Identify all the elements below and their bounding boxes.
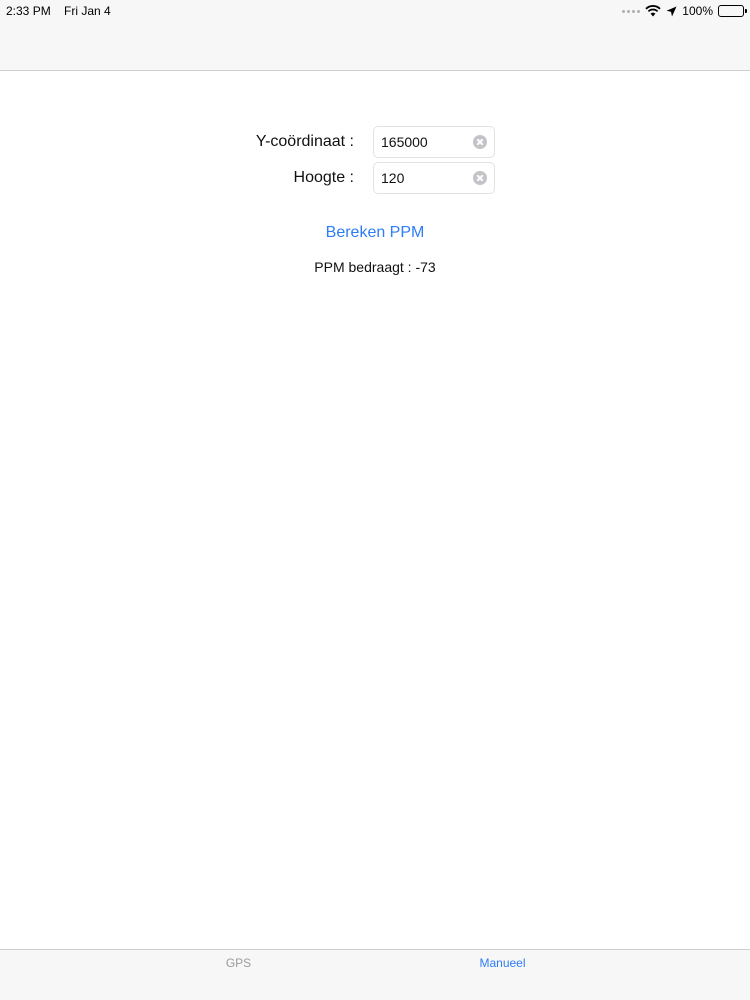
wifi-icon [645, 5, 661, 17]
status-right: 100% [622, 0, 747, 22]
height-label: Hoogte : [293, 169, 354, 186]
clear-icon[interactable] [473, 171, 487, 185]
y-coordinate-value: 165000 [381, 134, 428, 150]
y-coordinate-label: Y-coördinaat : [255, 133, 354, 150]
y-coordinate-input[interactable]: 165000 [373, 126, 495, 158]
tab-manueel[interactable]: Manueel [315, 950, 690, 976]
height-input[interactable]: 120 [373, 162, 495, 194]
clear-icon[interactable] [473, 135, 487, 149]
battery-percentage: 100% [682, 4, 713, 18]
ppm-result-label: PPM bedraagt : -73 [314, 259, 436, 275]
battery-icon [718, 5, 747, 17]
location-arrow-icon [666, 6, 677, 16]
navigation-bar [0, 22, 750, 71]
signal-dots-icon [622, 9, 641, 13]
y-coordinate-row: Y-coördinaat : 165000 [0, 126, 750, 158]
tab-bar: GPS Manueel [0, 949, 750, 1000]
status-bar: 2:33 PM Fri Jan 4 100% [0, 0, 750, 22]
status-left: 2:33 PM Fri Jan 4 [6, 0, 121, 22]
status-time: 2:33 PM [6, 4, 51, 18]
height-value: 120 [381, 170, 405, 186]
height-row: Hoogte : 120 [0, 162, 750, 194]
calculate-ppm-button[interactable]: Bereken PPM [0, 220, 750, 246]
status-date: Fri Jan 4 [64, 4, 111, 18]
